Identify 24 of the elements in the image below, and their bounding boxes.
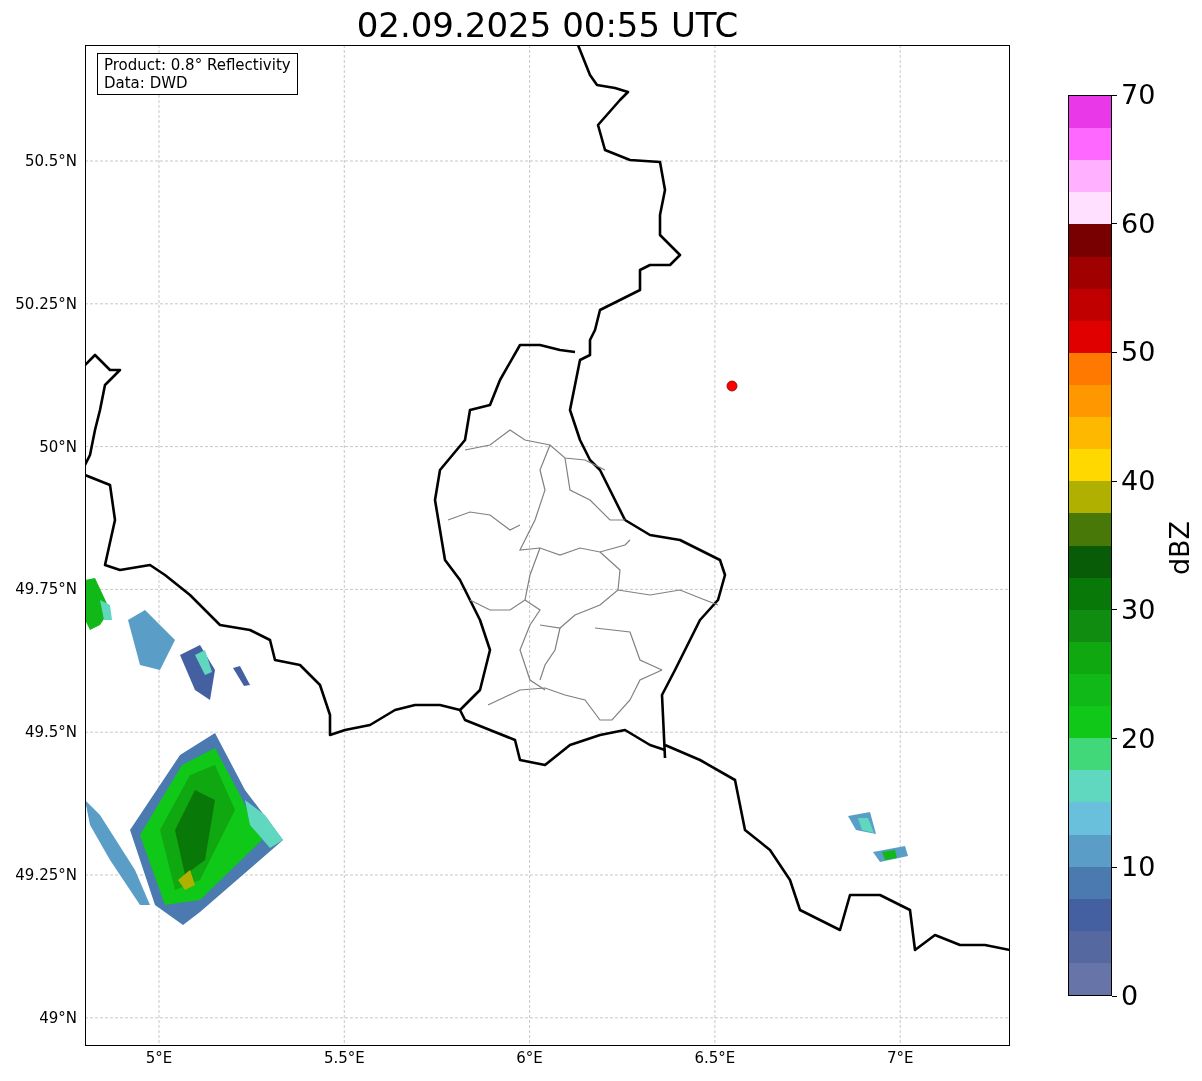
info-text: Data: DWD [104,74,189,92]
longitude-label: 7°E [885,1049,915,1067]
colorbar-tick-label: 0 [1121,980,1139,1012]
chart-title: 02.09.2025 00:55 UTC [355,4,740,46]
latitude-label: 50.25°N [15,294,77,313]
colorbar-tick-label: 50 [1121,336,1156,369]
colorbar-tick-label: 40 [1121,465,1156,498]
longitude-label: 6.5°E [693,1049,737,1067]
longitude-label: 5°E [144,1049,174,1067]
colorbar-tick-label: 10 [1121,851,1156,884]
latitude-label: 50.5°N [24,152,77,170]
latitude-label: 49.75°N [15,580,77,599]
latitude-label: 49°N [39,1008,77,1027]
longitude-label: 6°E [515,1049,544,1067]
latitude-label: 50°N [39,437,77,456]
latitude-label: 49.5°N [24,723,77,742]
colorbar-tick-label: 20 [1121,722,1156,755]
info-text: Product: 0.8° Reflectivity [104,56,291,74]
longitude-label: 5.5°E [322,1049,366,1067]
colorbar-tick-label: 60 [1121,207,1156,240]
colorbar-label: dBZ [1165,520,1195,576]
colorbar-tick-label: 70 [1121,79,1156,111]
latitude-label: 49.25°N [15,866,77,884]
colorbar-tick-label: 30 [1121,593,1156,626]
